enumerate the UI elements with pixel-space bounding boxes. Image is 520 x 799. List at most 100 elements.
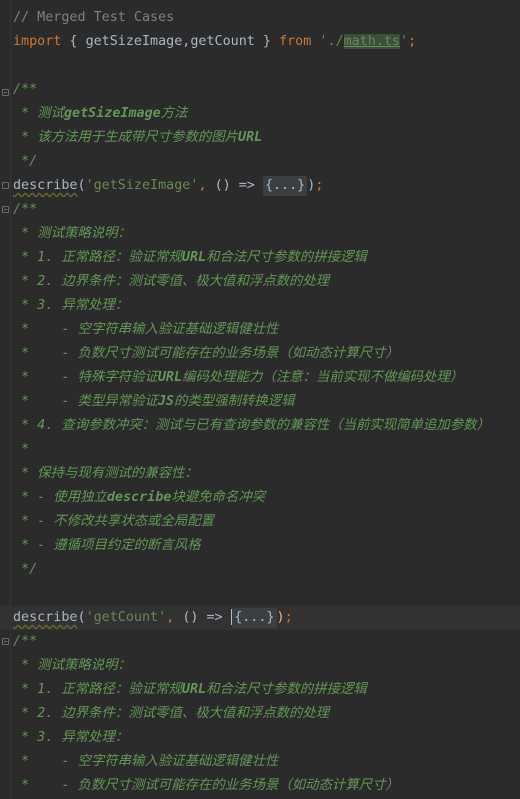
code-line[interactable]: * 保持与现有测试的兼容性： <box>13 462 520 486</box>
code-editor[interactable]: // Merged Test Cases import { getSizeIma… <box>0 0 520 799</box>
import-path-text: math.ts <box>343 34 400 49</box>
code-line[interactable]: * 2. 边界条件：测试零值、极大值和浮点数的处理 <box>13 702 520 726</box>
doc-text: * 1. 正常路径：验证常规 <box>13 250 182 265</box>
fold-toggle-icon[interactable] <box>2 638 9 645</box>
code-line[interactable]: * - 不修改共享状态或全局配置 <box>13 510 520 534</box>
doc-text: * <box>13 442 30 457</box>
doc-bold: URL <box>238 130 263 145</box>
doc-text: * 4. 查询参数冲突：测试与已有查询参数的兼容性（当前实现简单追加参数） <box>13 418 490 433</box>
code-line[interactable]: */ <box>13 150 520 174</box>
code-line[interactable]: * - 负数尺寸测试可能存在的业务场景（如动态计算尺寸） <box>13 774 520 798</box>
semicolon: ; <box>408 34 417 49</box>
fold-toggle-icon[interactable] <box>2 182 9 189</box>
describe-call: describe <box>13 178 78 193</box>
arrow-fn: () => <box>214 178 263 193</box>
fold-toggle-icon[interactable] <box>2 206 9 213</box>
code-line[interactable]: /** <box>13 78 520 102</box>
doc-text: * 保持与现有测试的兼容性： <box>13 466 198 481</box>
code-line[interactable]: * 4. 查询参数冲突：测试与已有查询参数的兼容性（当前实现简单追加参数） <box>13 414 520 438</box>
doc-text: * 测试策略说明： <box>13 658 131 673</box>
doc-comment: /** <box>13 82 38 97</box>
doc-text: * - 空字符串输入验证基础逻辑健壮性 <box>13 754 279 769</box>
brace-open: { <box>61 34 86 49</box>
fold-toggle-icon[interactable] <box>2 89 9 96</box>
arrow-fn: () => <box>182 610 231 625</box>
code-line[interactable]: * 3. 异常处理： <box>13 294 520 318</box>
folded-block[interactable]: {...} <box>232 608 277 628</box>
doc-text: * 1. 正常路径：验证常规 <box>13 682 182 697</box>
doc-text: * - 使用独立 <box>13 490 107 505</box>
doc-text: * 3. 异常处理： <box>13 298 129 313</box>
doc-bold: URL <box>181 250 207 265</box>
code-line[interactable]: * 2. 边界条件：测试零值、极大值和浮点数的处理 <box>13 270 520 294</box>
doc-text-after: 块避免命名冲突 <box>171 490 266 505</box>
doc-text: * - 负数尺寸测试可能存在的业务场景（如动态计算尺寸） <box>13 346 399 361</box>
describe-name: 'getCount' <box>85 610 167 625</box>
doc-text: * - 负数尺寸测试可能存在的业务场景（如动态计算尺寸） <box>13 778 399 793</box>
code-line[interactable]: * <box>13 438 520 462</box>
doc-text: * - 遵循项目约定的断言风格 <box>13 538 201 553</box>
doc-text-after: 编码处理能力（注意：当前实现不做编码处理） <box>182 370 464 385</box>
code-line[interactable]: * 测试策略说明： <box>13 222 520 246</box>
editor-gutter[interactable] <box>0 0 11 799</box>
doc-text-after: 和合法尺寸参数的拼接逻辑 <box>206 250 367 265</box>
doc-text-after: 和合法尺寸参数的拼接逻辑 <box>206 682 367 697</box>
doc-bold: describe <box>106 490 172 505</box>
brace-close: } <box>254 34 280 49</box>
code-line-describe-current[interactable]: describe('getCount', () => {...}); <box>0 606 520 630</box>
doc-bold: URL <box>181 682 207 697</box>
code-line[interactable]: * - 空字符串输入验证基础逻辑健壮性 <box>13 318 520 342</box>
doc-comment: */ <box>13 154 38 169</box>
doc-text: * 3. 异常处理： <box>13 730 129 745</box>
doc-text-after: 的类型强制转换逻辑 <box>173 394 295 409</box>
doc-text: * 该方法用于生成带尺寸参数的图片 <box>13 130 239 145</box>
doc-comment: */ <box>13 562 38 577</box>
from-keyword: from <box>279 34 312 49</box>
code-line[interactable]: * 3. 异常处理： <box>13 726 520 750</box>
doc-text: * 测试 <box>13 106 64 121</box>
folded-block[interactable]: {...} <box>262 176 308 196</box>
import-path[interactable]: math.ts <box>343 34 400 49</box>
code-line[interactable]: * - 使用独立describe块避免命名冲突 <box>13 486 520 510</box>
code-line[interactable]: * 1. 正常路径：验证常规URL和合法尺寸参数的拼接逻辑 <box>13 246 520 270</box>
code-line[interactable]: * 1. 正常路径：验证常规URL和合法尺寸参数的拼接逻辑 <box>13 678 520 702</box>
describe-call: describe <box>13 610 78 625</box>
arrow-sep: , <box>166 610 183 625</box>
doc-text-after: 方法 <box>160 106 188 121</box>
doc-comment: /** <box>13 202 38 217</box>
doc-text: * - 空字符串输入验证基础逻辑健壮性 <box>13 322 279 337</box>
semicolon: ; <box>284 610 293 625</box>
code-line[interactable]: * - 类型异常验证JS的类型强制转换逻辑 <box>13 390 520 414</box>
doc-text: * - 不修改共享状态或全局配置 <box>13 514 214 529</box>
doc-text: * 2. 边界条件：测试零值、极大值和浮点数的处理 <box>13 706 330 721</box>
doc-bold: JS <box>157 394 174 409</box>
doc-text: * - 类型异常验证 <box>13 394 158 409</box>
code-line[interactable]: /** <box>13 630 520 654</box>
code-line[interactable]: */ <box>13 558 520 582</box>
doc-bold: URL <box>157 370 183 385</box>
doc-text: * 2. 边界条件：测试零值、极大值和浮点数的处理 <box>13 274 330 289</box>
path-prefix: './ <box>319 34 344 49</box>
doc-bold: getSizeImage <box>63 106 161 121</box>
code-line-import[interactable]: import { getSizeImage,getCount } from '.… <box>13 30 520 54</box>
doc-text: * 测试策略说明： <box>13 226 131 241</box>
paren-close: ) <box>276 610 285 625</box>
doc-text: * - 特殊字符验证 <box>13 370 158 385</box>
code-line[interactable]: /** <box>13 198 520 222</box>
code-line[interactable]: * 该方法用于生成带尺寸参数的图片URL <box>13 126 520 150</box>
path-quote: ' <box>400 34 409 49</box>
code-line-describe[interactable]: describe('getSizeImage', () => {...}); <box>13 174 520 198</box>
code-line[interactable]: * - 负数尺寸测试可能存在的业务场景（如动态计算尺寸） <box>13 342 520 366</box>
code-line[interactable]: * - 空字符串输入验证基础逻辑健壮性 <box>13 750 520 774</box>
code-line[interactable]: * 测试策略说明： <box>13 654 520 678</box>
code-line[interactable]: * 测试getSizeImage方法 <box>13 102 520 126</box>
arrow-sep: , <box>198 178 215 193</box>
line-comment: // Merged Test Cases <box>13 10 175 25</box>
import-keyword: import <box>13 34 62 49</box>
code-line[interactable]: * - 遵循项目约定的断言风格 <box>13 534 520 558</box>
describe-name: 'getSizeImage' <box>85 178 199 193</box>
code-line[interactable]: * - 特殊字符验证URL编码处理能力（注意：当前实现不做编码处理） <box>13 366 520 390</box>
code-line[interactable]: // Merged Test Cases <box>13 6 520 30</box>
doc-comment: /** <box>13 634 38 649</box>
import-names: getSizeImage,getCount <box>85 34 255 49</box>
